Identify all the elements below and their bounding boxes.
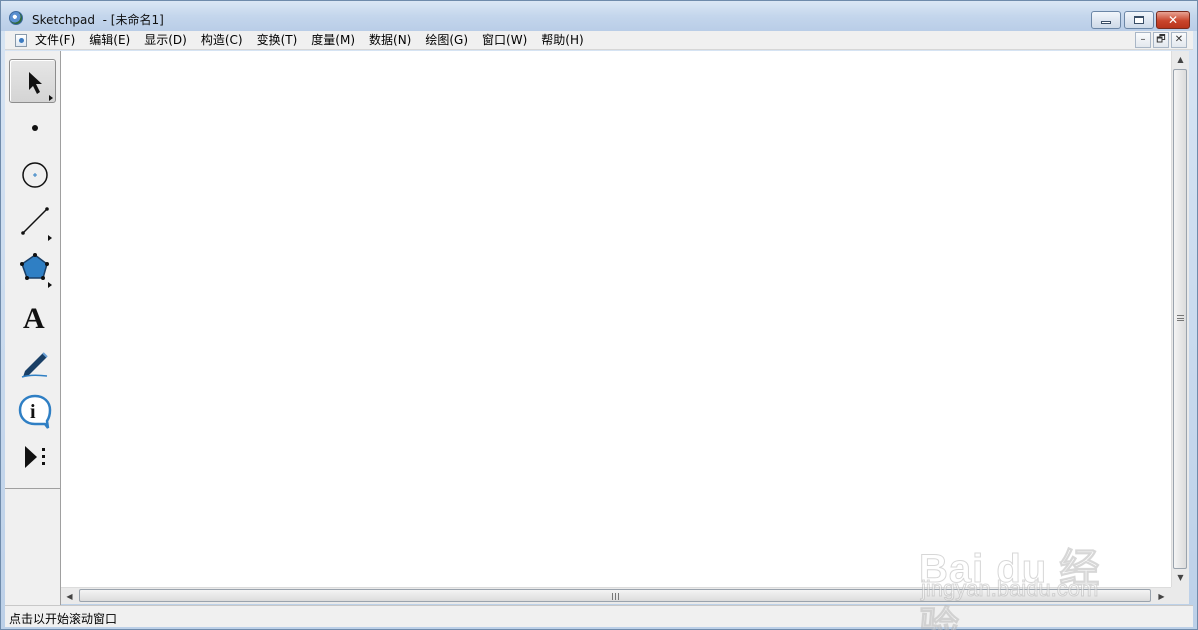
information-tool-label: i bbox=[30, 401, 36, 423]
scroll-up-button[interactable]: ▲ bbox=[1172, 51, 1189, 68]
sketchpad-app-icon[interactable] bbox=[9, 11, 23, 25]
status-text: 点击以开始滚动窗口 bbox=[9, 612, 118, 626]
doc-close-button[interactable]: ✕ bbox=[1171, 32, 1187, 48]
document-window-controls: – 🗗 ✕ bbox=[1135, 32, 1187, 48]
doc-minimize-button[interactable]: – bbox=[1135, 32, 1151, 48]
maximize-button[interactable] bbox=[1124, 11, 1154, 29]
menu-graph[interactable]: 绘图(G) bbox=[425, 33, 475, 48]
point-tool[interactable] bbox=[9, 106, 56, 150]
menu-construct[interactable]: 构造(C) bbox=[201, 33, 250, 48]
arrow-tool[interactable] bbox=[9, 59, 56, 103]
app-window: Sketchpad - [未命名1] ✕ 文件(F) 编辑(E) 显示(D) 构… bbox=[0, 0, 1198, 630]
scroll-down-button[interactable]: ▼ bbox=[1172, 569, 1189, 586]
menu-transform[interactable]: 变换(T) bbox=[257, 33, 305, 48]
arrow-tool-icon bbox=[29, 72, 53, 101]
scrollbar-corner bbox=[1171, 587, 1189, 604]
straightedge-tool-icon bbox=[21, 207, 52, 241]
title-bar[interactable]: Sketchpad - [未命名1] ✕ bbox=[1, 1, 1197, 31]
menu-items: 文件(F) 编辑(E) 显示(D) 构造(C) 变换(T) 度量(M) 数据(N… bbox=[35, 33, 598, 48]
toolbox: A i bbox=[5, 51, 61, 606]
polygon-tool-icon bbox=[20, 253, 52, 288]
menu-bar: 文件(F) 编辑(E) 显示(D) 构造(C) 变换(T) 度量(M) 数据(N… bbox=[5, 31, 1193, 50]
menu-window[interactable]: 窗口(W) bbox=[482, 33, 534, 48]
grip-icon bbox=[612, 593, 619, 600]
doc-restore-button[interactable]: 🗗 bbox=[1153, 32, 1169, 48]
vertical-scroll-thumb[interactable] bbox=[1173, 69, 1187, 569]
compass-tool-icon bbox=[22, 162, 48, 188]
minimize-icon bbox=[1101, 21, 1111, 24]
text-tool-label: A bbox=[23, 302, 45, 335]
close-icon: ✕ bbox=[1167, 13, 1179, 27]
maximize-icon bbox=[1134, 16, 1144, 24]
straightedge-tool[interactable] bbox=[9, 200, 56, 244]
information-tool-icon: i bbox=[18, 394, 52, 429]
watermark-url: jingyan.baidu.com bbox=[920, 576, 1099, 602]
menu-file[interactable]: 文件(F) bbox=[35, 33, 82, 48]
vertical-scrollbar[interactable]: ▲ ▼ bbox=[1171, 51, 1189, 587]
document-icon[interactable] bbox=[15, 34, 27, 47]
text-tool-icon: A bbox=[23, 302, 45, 335]
menu-data[interactable]: 数据(N) bbox=[369, 33, 418, 48]
window-title: Sketchpad - [未命名1] bbox=[32, 13, 164, 27]
custom-tool-icon bbox=[25, 446, 45, 468]
menu-measure[interactable]: 度量(M) bbox=[311, 33, 362, 48]
text-tool[interactable]: A bbox=[9, 294, 56, 338]
toolbox-separator bbox=[5, 488, 60, 489]
compass-tool[interactable] bbox=[9, 153, 56, 197]
scroll-right-button[interactable]: ▶ bbox=[1153, 588, 1170, 604]
menu-edit[interactable]: 编辑(E) bbox=[89, 33, 137, 48]
polygon-tool[interactable] bbox=[9, 247, 56, 291]
marker-tool-icon bbox=[21, 352, 48, 378]
baidu-watermark: Bai du 经验 jingyan.baidu.com bbox=[919, 506, 1139, 630]
menu-help[interactable]: 帮助(H) bbox=[541, 33, 590, 48]
information-tool[interactable]: i bbox=[9, 388, 56, 432]
close-button[interactable]: ✕ bbox=[1156, 11, 1190, 29]
marker-tool[interactable] bbox=[9, 341, 56, 385]
scroll-left-button[interactable]: ◀ bbox=[61, 588, 78, 604]
minimize-button[interactable] bbox=[1091, 11, 1121, 29]
point-tool-icon bbox=[32, 125, 38, 131]
menu-display[interactable]: 显示(D) bbox=[144, 33, 194, 48]
grip-icon bbox=[1177, 315, 1184, 321]
custom-tool[interactable] bbox=[9, 435, 56, 479]
